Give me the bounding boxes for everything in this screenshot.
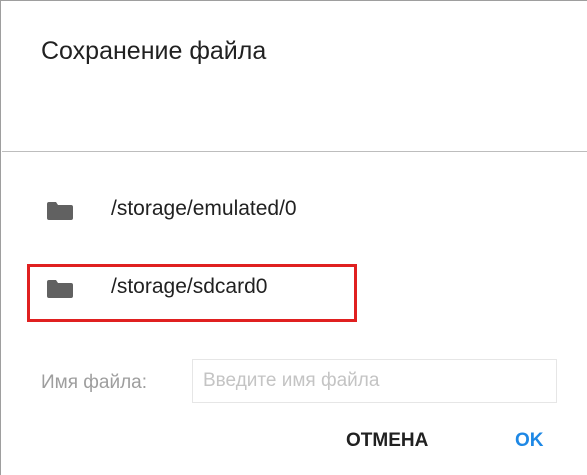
- filename-label: Имя файла:: [41, 372, 148, 393]
- ok-button[interactable]: OK: [511, 421, 548, 461]
- title-divider: [2, 151, 587, 152]
- highlight-annotation: [27, 264, 357, 322]
- location-item-emulated[interactable]: /storage/emulated/0: [2, 181, 587, 241]
- dialog-title: Сохранение файла: [41, 37, 267, 65]
- location-path: /storage/emulated/0: [111, 197, 297, 220]
- cancel-button[interactable]: ОТМЕНА: [342, 421, 432, 461]
- save-file-dialog: Сохранение файла /storage/emulated/0 /st…: [0, 0, 587, 475]
- filename-input[interactable]: [192, 359, 557, 403]
- folder-icon: [47, 202, 73, 220]
